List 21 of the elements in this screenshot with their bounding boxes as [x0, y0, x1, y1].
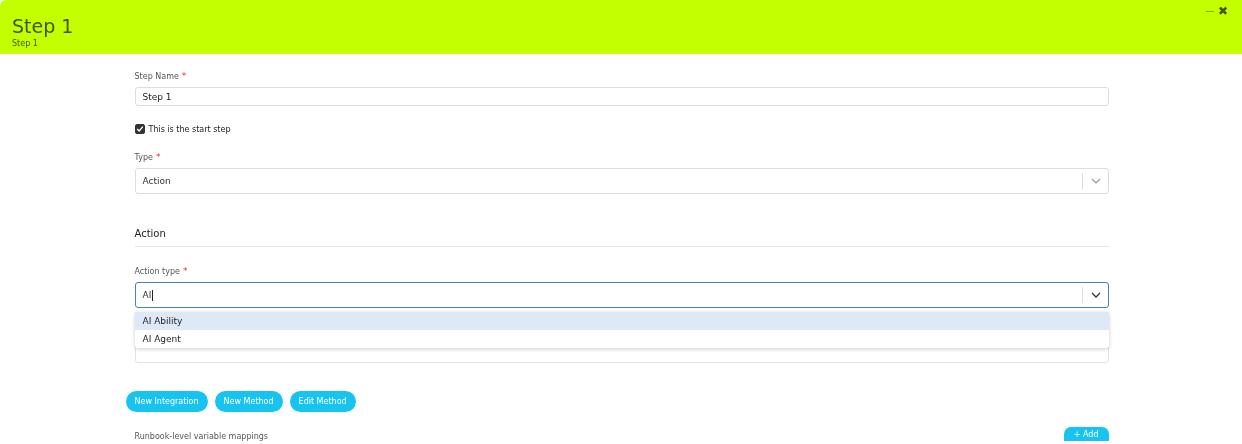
checkbox-label: This is the start step [148, 124, 231, 134]
checkbox[interactable] [134, 124, 145, 134]
minimize-button[interactable]: — [1206, 4, 1214, 18]
chevron-down-icon [1090, 178, 1101, 184]
chevron-down-icon [1090, 292, 1101, 298]
field-label: Type [134, 152, 153, 163]
action-type-select[interactable]: AI [134, 282, 1109, 308]
type-select[interactable]: Action [134, 168, 1109, 194]
close-button[interactable]: ✖ [1218, 4, 1228, 18]
required-mark: * [181, 71, 187, 82]
required-mark: * [182, 266, 188, 277]
dialog-title: Step 1 [12, 15, 74, 37]
required-mark: * [155, 152, 161, 163]
section-label: Runbook-level variable mappings [134, 432, 268, 441]
dropdown-option[interactable]: AI Ability [134, 312, 1109, 330]
field-label: Action type [134, 266, 180, 277]
dropdown-option[interactable]: AI Agent [134, 330, 1109, 348]
section-title: Action [134, 228, 167, 239]
field-label: Step Name [134, 71, 179, 82]
step-name-field[interactable]: Step 1 [134, 87, 1109, 106]
dialog-subtitle: Step 1 [12, 39, 39, 48]
